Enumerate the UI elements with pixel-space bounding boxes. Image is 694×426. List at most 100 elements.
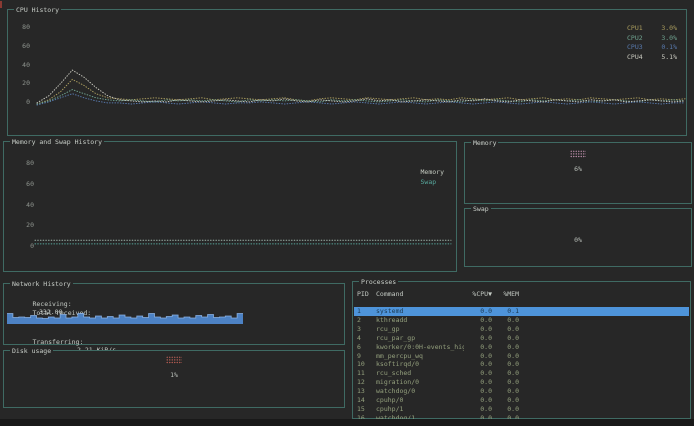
process-row[interactable]: 14cpuhp/00.00.0 <box>354 396 689 405</box>
process-command: rcu_gp <box>376 325 464 334</box>
process-command: cpuhp/0 <box>376 396 464 405</box>
process-mem: 0.0 <box>492 325 519 334</box>
y-tick-label: 80 <box>18 160 34 167</box>
process-pid: 13 <box>354 387 376 396</box>
process-pid: 14 <box>354 396 376 405</box>
y-tick-label: 40 <box>18 202 34 209</box>
process-row[interactable]: 15cpuhp/10.00.0 <box>354 405 689 414</box>
cpu-legend-item: CPU23.0% <box>627 34 677 44</box>
process-cpu: 0.0 <box>464 352 492 361</box>
cpu-legend-item: CPU45.1% <box>627 53 677 63</box>
panel-cpu-history: CPU History 806040200 CPU13.0%CPU23.0%CP… <box>7 9 687 136</box>
process-command: cpuhp/1 <box>376 405 464 414</box>
y-tick-label: 80 <box>14 24 30 31</box>
process-pid: 1 <box>354 307 376 316</box>
process-pid: 2 <box>354 316 376 325</box>
panel-title-memory-swap-history: Memory and Swap History <box>10 138 104 146</box>
y-tick-label: 20 <box>14 80 30 87</box>
panel-title-swap: Swap <box>471 205 491 213</box>
disk-usage-value: 1% <box>4 371 344 379</box>
process-cpu: 0.0 <box>464 307 492 316</box>
process-pid: 9 <box>354 352 376 361</box>
swap-usage-value: 0% <box>465 236 691 244</box>
y-tick-label: 0 <box>14 99 30 106</box>
panel-disk-usage: Disk usage 1% <box>3 350 345 408</box>
process-cpu: 0.0 <box>464 387 492 396</box>
process-mem: 0.0 <box>492 343 519 352</box>
process-pid: 6 <box>354 343 376 352</box>
process-command: watchdog/0 <box>376 387 464 396</box>
process-mem: 0.0 <box>492 387 519 396</box>
system-monitor-screen: CPU History 806040200 CPU13.0%CPU23.0%CP… <box>0 0 694 426</box>
process-cpu: 0.0 <box>464 343 492 352</box>
cpu-legend-item: CPU30.1% <box>627 43 677 53</box>
transferring-label: Transferring: <box>32 338 83 346</box>
process-command: rcu_par_gp <box>376 334 464 343</box>
process-row[interactable]: 12migration/00.00.0 <box>354 378 689 387</box>
process-cpu: 0.0 <box>464 325 492 334</box>
memory-swap-legend: MemorySwap <box>421 168 444 187</box>
cpu-y-axis: 806040200 <box>14 24 30 106</box>
process-pid: 3 <box>354 325 376 334</box>
network-receiving-chart <box>7 311 243 324</box>
memory-usage-dot-gauge <box>570 150 586 158</box>
process-cpu: 0.0 <box>464 316 492 325</box>
y-tick-label: 0 <box>18 243 34 250</box>
panel-swap-gauge: Swap 0% <box>464 208 692 267</box>
memory-swap-legend-item: Swap <box>421 178 444 188</box>
process-command: ksoftirqd/0 <box>376 360 464 369</box>
process-column-header[interactable]: %CPU▼ <box>464 290 492 299</box>
process-row[interactable]: 1systemd0.00.1 <box>354 307 689 316</box>
process-row[interactable]: 9mm_percpu_wq0.00.0 <box>354 352 689 361</box>
process-cpu: 0.0 <box>464 396 492 405</box>
process-mem: 0.1 <box>492 307 519 316</box>
process-cpu: 0.0 <box>464 334 492 343</box>
memory-swap-y-axis: 80 60 40 20 0 <box>18 160 34 250</box>
process-command: kthreadd <box>376 316 464 325</box>
memory-usage-value: 6% <box>465 165 691 173</box>
y-tick-label: 20 <box>18 222 34 229</box>
process-column-header[interactable]: PID <box>354 290 376 299</box>
process-row[interactable]: 11rcu_sched0.00.0 <box>354 369 689 378</box>
process-mem: 0.0 <box>492 316 519 325</box>
panel-title-memory: Memory <box>471 139 498 147</box>
process-pid: 4 <box>354 334 376 343</box>
process-cpu: 0.0 <box>464 378 492 387</box>
process-table-body: 1systemd0.00.12kthreadd0.00.03rcu_gp0.00… <box>353 307 690 419</box>
process-row[interactable]: 10ksoftirqd/00.00.0 <box>354 360 689 369</box>
panel-processes: Processes PIDCommand%CPU▼%MEM 1systemd0.… <box>352 281 691 419</box>
process-mem: 0.0 <box>492 360 519 369</box>
process-row[interactable]: 4rcu_par_gp0.00.0 <box>354 334 689 343</box>
terminal-bottom-margin <box>0 419 694 426</box>
panel-memory-swap-history: Memory and Swap History 80 60 40 20 0 Memory… <box>3 141 457 272</box>
process-row[interactable]: 6kworker/0:0H-events_high0.00.0 <box>354 343 689 352</box>
y-tick-label: 60 <box>14 43 30 50</box>
process-pid: 11 <box>354 369 376 378</box>
panel-title-processes: Processes <box>359 278 398 286</box>
process-command: mm_percpu_wq <box>376 352 464 361</box>
process-command: systemd <box>376 307 464 316</box>
panel-title-disk-usage: Disk usage <box>10 347 53 355</box>
process-row[interactable]: 13watchdog/00.00.0 <box>354 387 689 396</box>
process-row[interactable]: 2kthreadd0.00.0 <box>354 316 689 325</box>
process-column-header[interactable]: Command <box>376 290 464 299</box>
process-row[interactable]: 3rcu_gp0.00.0 <box>354 325 689 334</box>
process-table-header: PIDCommand%CPU▼%MEM <box>354 290 689 299</box>
process-pid: 15 <box>354 405 376 414</box>
process-cpu: 0.0 <box>464 360 492 369</box>
process-mem: 0.0 <box>492 352 519 361</box>
process-column-header[interactable]: %MEM <box>492 290 519 299</box>
cpu-legend: CPU13.0%CPU23.0%CPU30.1%CPU45.1% <box>627 24 677 62</box>
y-tick-label: 60 <box>18 181 34 188</box>
memory-swap-history-chart <box>34 162 452 250</box>
process-mem: 0.0 <box>492 369 519 378</box>
cpu-legend-item: CPU13.0% <box>627 24 677 34</box>
process-pid: 12 <box>354 378 376 387</box>
memory-swap-legend-item: Memory <box>421 168 444 178</box>
panel-title-network-history: Network History <box>10 280 73 288</box>
process-mem: 0.0 <box>492 405 519 414</box>
panel-memory-gauge: Memory 6% <box>464 142 692 204</box>
process-mem: 0.0 <box>492 378 519 387</box>
process-command: kworker/0:0H-events_high <box>376 343 464 352</box>
process-pid: 10 <box>354 360 376 369</box>
